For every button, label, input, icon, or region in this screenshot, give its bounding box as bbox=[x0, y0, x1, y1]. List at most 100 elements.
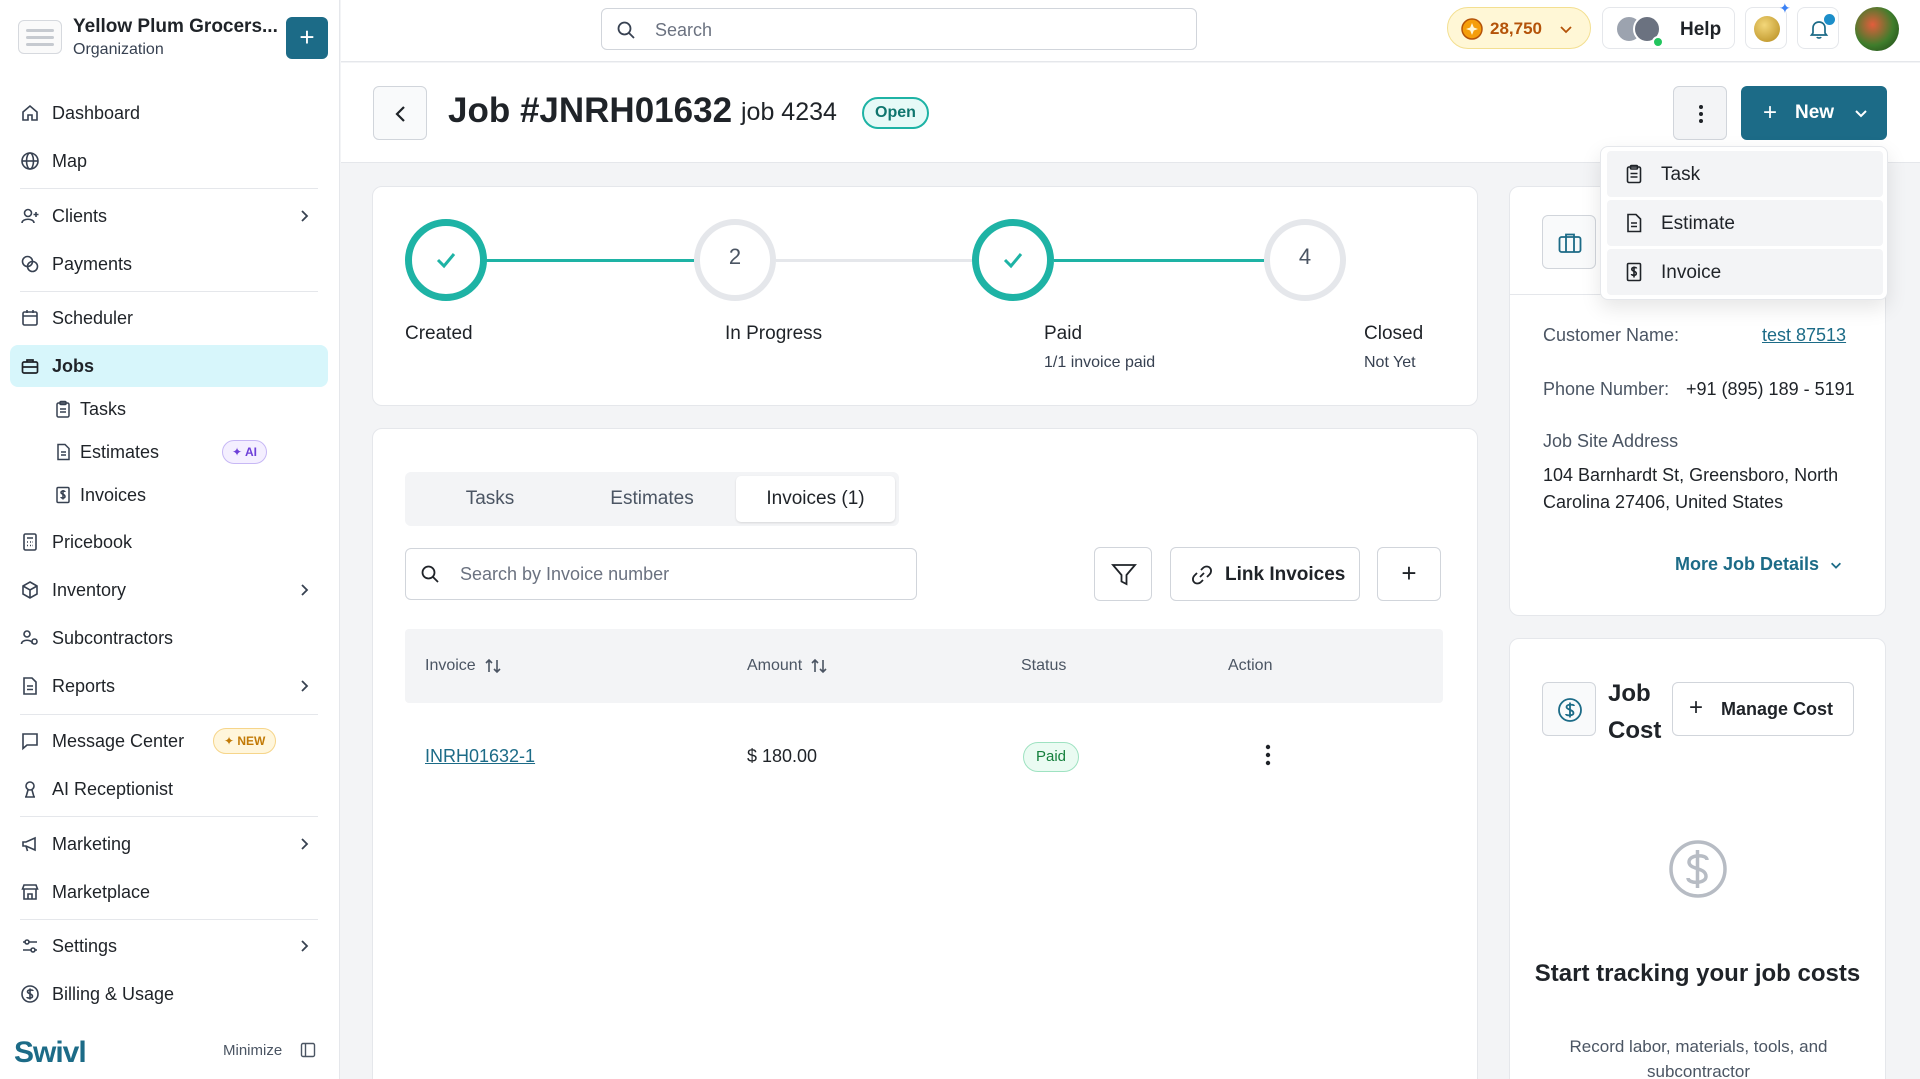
sidebar-item-clients[interactable]: Clients bbox=[10, 195, 328, 237]
sidebar-item-label: Scheduler bbox=[52, 308, 134, 328]
step-label: Paid bbox=[1044, 323, 1083, 344]
credits-button[interactable]: 28,750 bbox=[1447, 7, 1591, 49]
tab-invoices[interactable]: Invoices (1) bbox=[736, 476, 895, 522]
step-number: 4 bbox=[1298, 244, 1312, 269]
help-label: Help bbox=[1680, 19, 1722, 40]
back-button[interactable] bbox=[373, 86, 427, 140]
progress-line bbox=[776, 259, 972, 262]
check-icon bbox=[436, 253, 456, 269]
chevron-down-icon bbox=[1831, 562, 1842, 570]
sidebar-item-payments[interactable]: Payments bbox=[10, 243, 328, 285]
user-avatar[interactable] bbox=[1855, 7, 1899, 51]
menu-item-label: Estimate bbox=[1661, 213, 1735, 234]
step-label: Closed bbox=[1364, 323, 1424, 344]
manage-cost-button[interactable]: + Manage Cost bbox=[1672, 682, 1854, 736]
sidebar-item-label: AI Receptionist bbox=[52, 779, 174, 799]
column-header-status: Status bbox=[1021, 657, 1067, 674]
sidebar-item-label: Inventory bbox=[52, 580, 127, 600]
sidebar-subitem-estimates[interactable]: Estimates ✦ AI bbox=[52, 434, 292, 470]
address-value: 104 Barnhardt St, Greensboro, North Caro… bbox=[1543, 465, 1839, 512]
sidebar-item-label: Dashboard bbox=[52, 103, 141, 123]
minimize-button[interactable]: Minimize bbox=[223, 1042, 282, 1059]
sidebar-item-subcontractors[interactable]: Subcontractors bbox=[10, 617, 328, 659]
sidebar-item-ai-receptionist[interactable]: AI Receptionist bbox=[10, 768, 328, 810]
sidebar-item-dashboard[interactable]: Dashboard bbox=[10, 92, 328, 134]
divider bbox=[20, 919, 318, 920]
step-in-progress-indicator: 2 bbox=[694, 219, 776, 301]
menu-item-estimate[interactable]: Estimate bbox=[1607, 200, 1883, 246]
sidebar-item-jobs[interactable]: Jobs bbox=[10, 345, 328, 387]
sidebar-item-billing[interactable]: Billing & Usage bbox=[10, 973, 328, 1015]
job-icon-box bbox=[1542, 215, 1596, 269]
phone-value: +91 (895) 189 - 5191 bbox=[1686, 379, 1855, 399]
job-cost-icon-box bbox=[1542, 682, 1596, 736]
report-icon bbox=[23, 677, 37, 695]
add-invoice-button[interactable]: + bbox=[1377, 547, 1441, 601]
ai-badge-text: AI bbox=[244, 445, 257, 459]
org-logo bbox=[18, 20, 62, 54]
tab-bar: Tasks Estimates Invoices (1) bbox=[405, 472, 899, 526]
help-button[interactable]: Help bbox=[1602, 7, 1735, 49]
sidebar-item-label: Payments bbox=[52, 254, 133, 274]
sidebar-item-pricebook[interactable]: Pricebook bbox=[10, 521, 328, 563]
new-badge: ✦ NEW bbox=[213, 728, 277, 754]
step-closed-indicator: 4 bbox=[1264, 219, 1346, 301]
sidebar-toggle-icon[interactable] bbox=[300, 1042, 316, 1058]
menu-item-task[interactable]: Task bbox=[1607, 151, 1883, 197]
new-button-label: New bbox=[1795, 102, 1835, 123]
sidebar-item-scheduler[interactable]: Scheduler bbox=[10, 297, 328, 339]
step-paid-indicator bbox=[972, 219, 1054, 301]
step-sublabel: Not Yet bbox=[1364, 354, 1416, 371]
org-add-button[interactable]: + bbox=[286, 17, 328, 59]
new-badge-text: NEW bbox=[237, 734, 266, 748]
users-icon bbox=[20, 630, 38, 645]
tab-tasks[interactable]: Tasks bbox=[409, 476, 571, 522]
calendar-icon bbox=[22, 310, 38, 326]
step-created-indicator bbox=[405, 219, 487, 301]
document-icon bbox=[1627, 213, 1642, 233]
notifications-button[interactable] bbox=[1797, 7, 1839, 49]
column-header-invoice[interactable]: Invoice bbox=[425, 657, 502, 675]
address-label: Job Site Address bbox=[1543, 431, 1679, 451]
sidebar-item-settings[interactable]: Settings bbox=[10, 925, 328, 967]
briefcase-icon bbox=[21, 359, 39, 374]
column-header-action: Action bbox=[1228, 657, 1273, 674]
chevron-down-icon bbox=[1855, 110, 1867, 118]
message-icon bbox=[22, 733, 38, 751]
tab-estimates[interactable]: Estimates bbox=[571, 476, 733, 522]
sidebar-item-label: Settings bbox=[52, 936, 118, 956]
filter-button[interactable] bbox=[1094, 547, 1152, 601]
org-switcher[interactable]: Yellow Plum Grocers... Organization + bbox=[18, 14, 328, 62]
progress-line bbox=[1054, 259, 1264, 262]
sidebar-item-message-center[interactable]: Message Center ✦ NEW bbox=[10, 720, 328, 762]
menu-item-invoice[interactable]: Invoice bbox=[1607, 249, 1883, 295]
more-job-details-button[interactable]: More Job Details bbox=[1675, 554, 1843, 575]
row-actions-icon[interactable] bbox=[1265, 743, 1271, 767]
sidebar-item-reports[interactable]: Reports bbox=[10, 665, 328, 707]
chevron-right-icon bbox=[301, 584, 309, 596]
page-title: Job #JNRH01632 bbox=[448, 91, 733, 130]
sidebar-item-map[interactable]: Map bbox=[10, 140, 328, 182]
sidebar-subitem-tasks[interactable]: Tasks bbox=[52, 391, 252, 427]
sidebar-item-label: Marketing bbox=[52, 834, 132, 854]
link-invoices-button[interactable]: Link Invoices bbox=[1170, 547, 1360, 601]
clipboard-icon bbox=[1626, 164, 1642, 184]
sidebar-item-inventory[interactable]: Inventory bbox=[10, 569, 328, 611]
sidebar-item-marketing[interactable]: Marketing bbox=[10, 823, 328, 865]
invoice-status-badge: Paid bbox=[1023, 742, 1080, 772]
sidebar-subitem-invoices[interactable]: Invoices bbox=[52, 477, 252, 513]
more-options-button[interactable] bbox=[1673, 86, 1727, 140]
column-header-amount[interactable]: Amount bbox=[747, 657, 828, 675]
check-icon bbox=[1003, 253, 1023, 269]
sidebar-item-label: Invoices bbox=[80, 485, 147, 505]
new-button[interactable]: + New bbox=[1741, 86, 1887, 140]
step-number: 2 bbox=[728, 244, 742, 269]
invoice-number-link[interactable]: INRH01632-1 bbox=[425, 746, 535, 767]
status-badge: Open bbox=[862, 97, 929, 129]
global-search[interactable]: Search bbox=[601, 8, 1197, 50]
chevron-right-icon bbox=[301, 838, 309, 850]
customer-name-link[interactable]: test 87513 bbox=[1762, 325, 1846, 346]
column-label: Amount bbox=[747, 657, 803, 675]
invoice-search-input[interactable]: Search by Invoice number bbox=[405, 548, 917, 600]
sidebar-item-marketplace[interactable]: Marketplace bbox=[10, 871, 328, 913]
